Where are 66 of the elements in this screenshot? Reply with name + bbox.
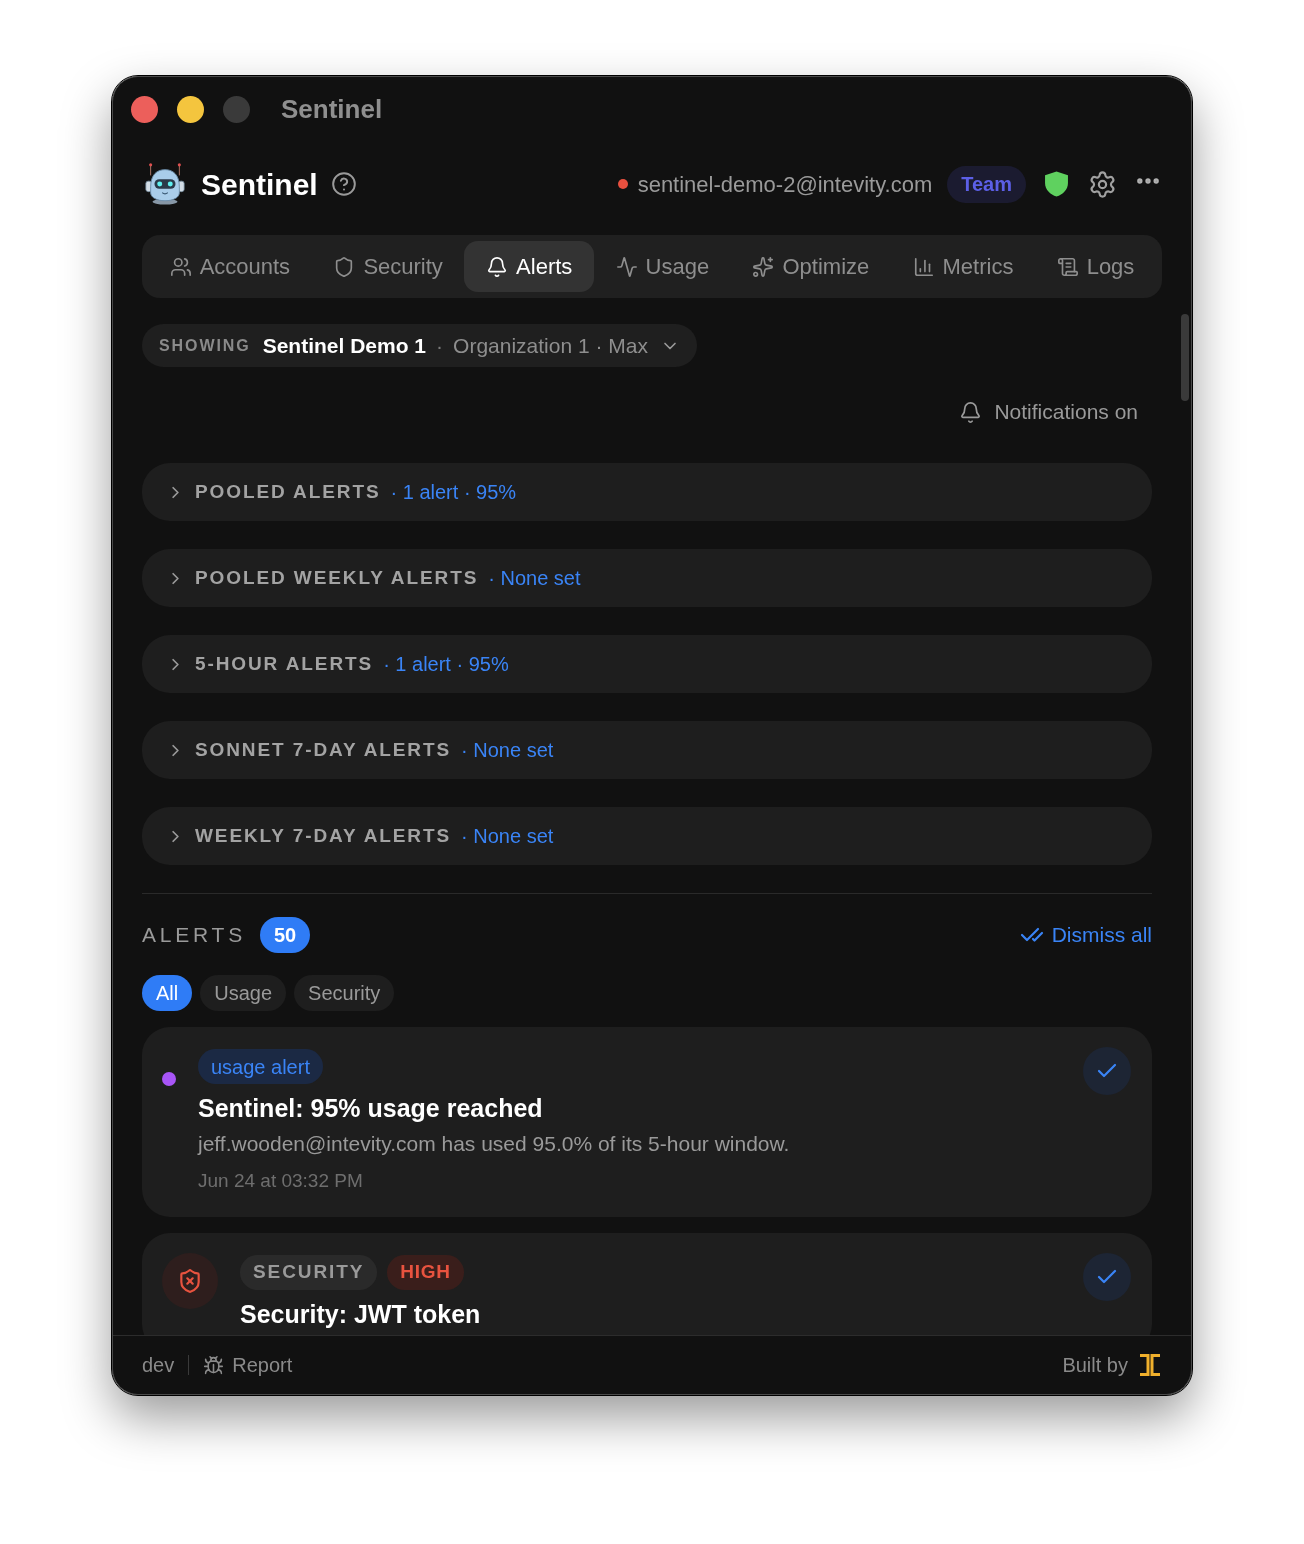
- scope-separator: ·: [436, 332, 444, 359]
- tab[interactable]: Usage: [594, 241, 731, 292]
- account-scope-selector[interactable]: SHOWING Sentinel Demo 1 · Organization 1 · Max: [142, 324, 697, 367]
- tab[interactable]: Optimize: [730, 241, 891, 292]
- dismiss-button[interactable]: [1083, 1047, 1131, 1095]
- alert-title: Security: JWT token: [240, 1299, 482, 1330]
- alert-group-title: POOLED ALERTS: [195, 479, 381, 504]
- severity-tag: HIGH: [387, 1255, 464, 1290]
- tab[interactable]: Logs: [1035, 241, 1156, 292]
- tab[interactable]: Security: [311, 241, 465, 292]
- category-tag: SECURITY: [240, 1255, 378, 1290]
- scope-account: Sentinel Demo 1: [262, 332, 427, 359]
- alert-type-tag: usage alert: [198, 1049, 323, 1084]
- scope-detail: Organization 1 · Max: [453, 332, 648, 359]
- alert-group-row[interactable]: POOLED WEEKLY ALERTS · None set: [142, 549, 1152, 607]
- tab[interactable]: Accounts: [148, 241, 312, 292]
- alert-title: Sentinel: 95% usage reached: [198, 1093, 544, 1124]
- window-title: Sentinel: [281, 92, 383, 126]
- filter-chip[interactable]: All: [142, 975, 193, 1011]
- alert-description: jeff.wooden@intevity.com has used 95.0% of its 5-hour window.: [198, 1131, 791, 1157]
- alert-group-title: SONNET 7-DAY ALERTS: [195, 737, 452, 762]
- alerts-heading: ALERTS: [142, 922, 246, 949]
- sparkles-icon: [752, 255, 775, 278]
- minimize-button[interactable]: [177, 95, 204, 123]
- scroll-icon: [1056, 255, 1079, 278]
- alert-group-title: POOLED WEEKLY ALERTS: [195, 565, 479, 590]
- alert-timestamp: Jun 24 at 03:32 PM: [198, 1169, 364, 1193]
- alert-group-summary: · 1 alert · 95%: [390, 480, 517, 505]
- dismiss-button[interactable]: [1083, 1253, 1131, 1301]
- alert-group-row[interactable]: 5-HOUR ALERTS · 1 alert · 95%: [142, 635, 1152, 693]
- alert-count-badge: 50: [260, 917, 311, 953]
- settings-icon[interactable]: [1088, 169, 1117, 199]
- bug-icon: [203, 1354, 225, 1376]
- pulse-line-icon: [615, 255, 638, 278]
- built-by-label: Built by: [1062, 1353, 1128, 1378]
- scrollbar-thumb[interactable]: [1181, 314, 1189, 401]
- alert-group-row[interactable]: SONNET 7-DAY ALERTS · None set: [142, 721, 1152, 779]
- app-name: Sentinel: [201, 166, 318, 203]
- bracket-logo-icon: [1138, 1353, 1162, 1377]
- plan-badge: Team: [947, 165, 1026, 203]
- bar-chart-icon: [912, 255, 935, 278]
- alert-group-row[interactable]: WEEKLY 7-DAY ALERTS · None set: [142, 807, 1152, 865]
- report-button[interactable]: Report: [203, 1350, 293, 1380]
- tab[interactable]: Alerts: [464, 241, 594, 292]
- scope-label: SHOWING: [159, 335, 251, 356]
- alert-group-summary: · None set: [461, 738, 554, 763]
- filled-shield-icon[interactable]: [1044, 170, 1069, 198]
- tab[interactable]: Metrics: [890, 241, 1035, 292]
- alert-group-summary: · 1 alert · 95%: [383, 652, 509, 677]
- bell-icon: [486, 255, 509, 278]
- notifications-toggle[interactable]: Notifications on: [959, 397, 1138, 427]
- alert-group-title: 5-HOUR ALERTS: [195, 651, 374, 676]
- account-email: sentinel-demo-2@intevity.com: [637, 170, 933, 199]
- filter-chip[interactable]: Usage: [200, 975, 287, 1011]
- robot-logo-icon: [142, 162, 188, 206]
- alert-group-summary: · None set: [488, 566, 581, 591]
- help-icon[interactable]: [330, 171, 357, 197]
- environment-label: dev: [142, 1353, 175, 1378]
- close-button[interactable]: [131, 95, 158, 123]
- alert-group-summary: · None set: [461, 824, 554, 849]
- dismiss-all-button[interactable]: Dismiss all: [1019, 919, 1152, 951]
- alert-group-row[interactable]: POOLED ALERTS · 1 alert · 95%: [142, 463, 1152, 521]
- filter-chip[interactable]: Security: [294, 975, 395, 1011]
- alert-group-title: WEEKLY 7-DAY ALERTS: [195, 823, 452, 848]
- shield-x-icon: [162, 1253, 218, 1309]
- users-icon: [169, 255, 192, 278]
